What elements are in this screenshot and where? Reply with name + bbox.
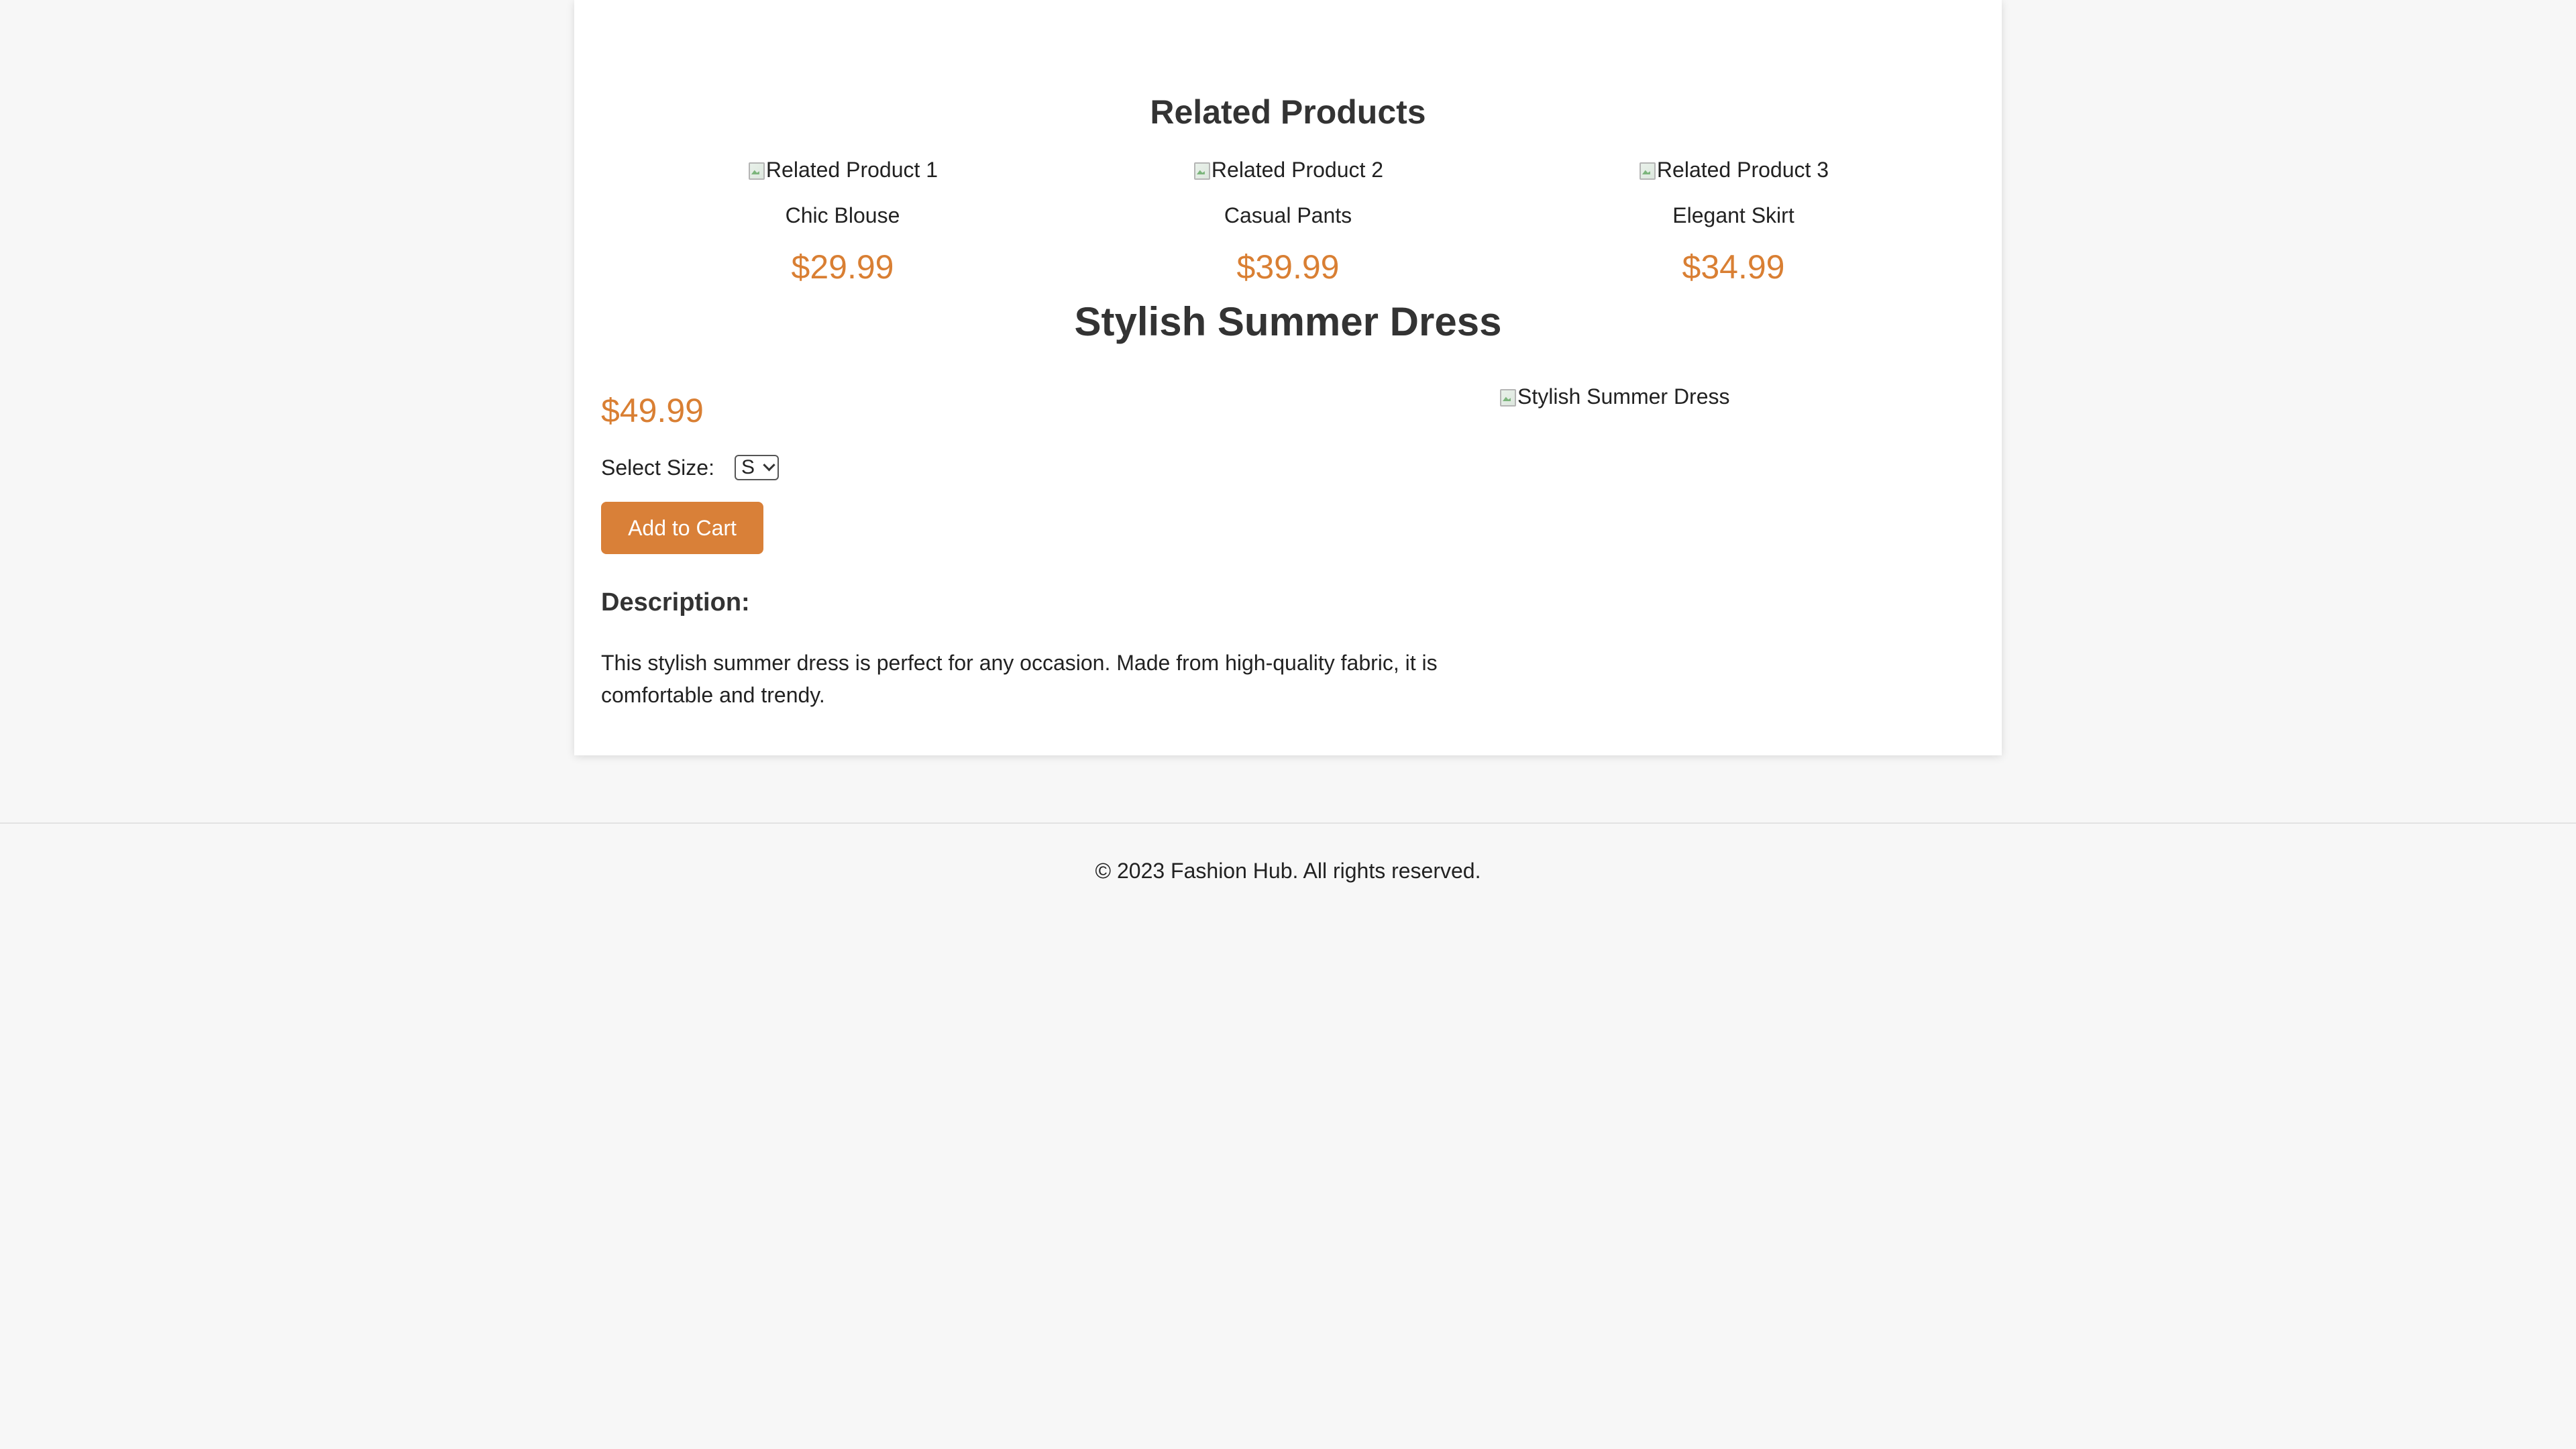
broken-image-icon: [747, 160, 765, 180]
broken-image-icon: [1193, 160, 1210, 180]
product-image-alt: Stylish Summer Dress: [1517, 384, 1730, 409]
related-product-name[interactable]: Elegant Skirt: [1511, 200, 1956, 231]
related-product-image-alt: Related Product 1: [765, 158, 938, 182]
product-page-card: Related Products Related Product 1 Chic …: [574, 0, 2002, 755]
footer-divider: [0, 822, 2576, 824]
chevron-down-icon: [763, 458, 775, 471]
product-title: Stylish Summer Dress: [1074, 299, 1502, 344]
size-selected-value: S: [741, 456, 755, 478]
related-product-price: $39.99: [1236, 248, 1340, 286]
related-products-grid: Related Product 1 Chic Blouse $29.99 Rel…: [574, 154, 2002, 288]
size-label: Select Size:: [601, 455, 714, 480]
description-heading: Description:: [601, 588, 750, 616]
product-image: Stylish Summer Dress: [1499, 381, 1730, 412]
broken-image-icon: [1499, 386, 1516, 407]
related-product-price: $34.99: [1682, 248, 1785, 286]
add-to-cart-button[interactable]: Add to Cart: [601, 502, 763, 554]
description-text: This stylish summer dress is perfect for…: [601, 651, 1438, 707]
related-product-card[interactable]: Related Product 1 Chic Blouse $29.99: [620, 154, 1065, 288]
related-product-name[interactable]: Chic Blouse: [620, 200, 1065, 231]
related-product-card[interactable]: Related Product 2 Casual Pants $39.99: [1065, 154, 1511, 288]
related-product-image[interactable]: Related Product 3: [1638, 154, 1829, 185]
related-product-name[interactable]: Casual Pants: [1065, 200, 1511, 231]
footer-copyright: © 2023 Fashion Hub. All rights reserved.: [1095, 859, 1481, 883]
size-selector-row: Select Size: S: [601, 452, 1473, 483]
broken-image-icon: [1638, 160, 1656, 180]
related-product-card[interactable]: Related Product 3 Elegant Skirt $34.99: [1511, 154, 1956, 288]
product-details: $49.99 Select Size: S Add to Cart Descri…: [601, 389, 1473, 711]
related-product-price: $29.99: [791, 248, 894, 286]
related-product-image-alt: Related Product 2: [1211, 158, 1384, 182]
product-price: $49.99: [601, 392, 704, 429]
related-product-image-alt: Related Product 3: [1656, 158, 1829, 182]
related-products-heading: Related Products: [1150, 93, 1426, 131]
related-product-image[interactable]: Related Product 1: [747, 154, 938, 185]
size-select[interactable]: S: [734, 455, 779, 480]
related-product-image[interactable]: Related Product 2: [1193, 154, 1383, 185]
